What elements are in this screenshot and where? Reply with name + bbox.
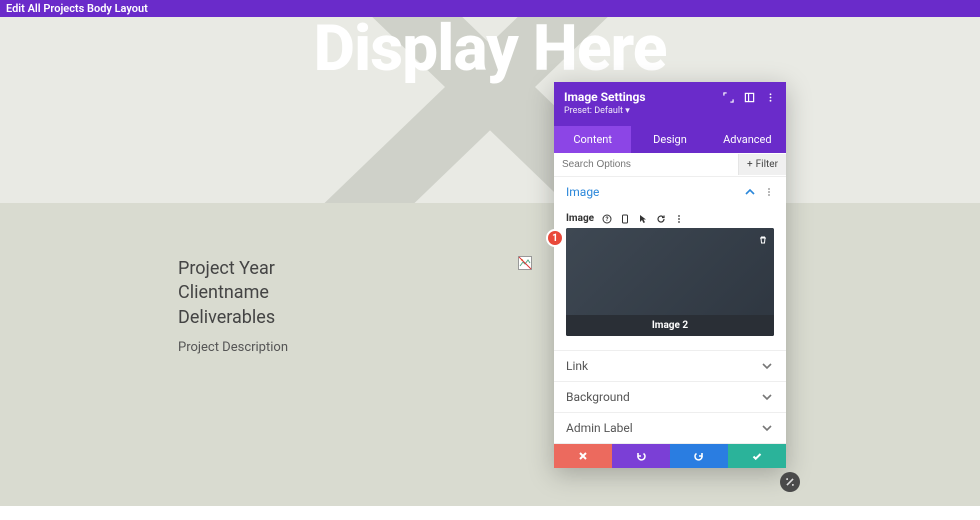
section-link-header[interactable]: Link [554, 351, 786, 381]
image-preview-label: Image 2 [566, 315, 774, 336]
expand-icon[interactable] [723, 92, 734, 103]
hero-section: Display Here [0, 17, 980, 203]
chevron-down-icon [760, 359, 774, 373]
snap-icon[interactable] [744, 92, 755, 103]
panel-header[interactable]: Image Settings Preset: Default ▾ [554, 82, 786, 126]
chevron-down-icon [760, 390, 774, 404]
plus-icon: + [747, 159, 753, 170]
section-admin-label-header[interactable]: Admin Label [554, 413, 786, 443]
trash-icon[interactable] [757, 234, 768, 245]
tablet-icon[interactable] [619, 213, 630, 224]
panel-actions [554, 444, 786, 468]
section-image-body: Image ? Image 2 [554, 207, 786, 350]
section-link: Link [554, 351, 786, 382]
section-more-icon[interactable] [763, 187, 774, 198]
filter-button[interactable]: + Filter [738, 154, 786, 175]
settings-panel: Image Settings Preset: Default ▾ Content… [554, 82, 786, 468]
image-field-label: Image [566, 213, 594, 224]
section-background-header[interactable]: Background [554, 382, 786, 412]
cancel-button[interactable] [554, 444, 612, 468]
image-preview[interactable]: Image 2 [566, 228, 774, 336]
section-link-title: Link [566, 359, 588, 373]
reset-icon[interactable] [655, 213, 666, 224]
top-bar-title: Edit All Projects Body Layout [6, 2, 148, 15]
svg-text:?: ? [605, 216, 608, 223]
section-admin-label-title: Admin Label [566, 421, 633, 435]
search-input[interactable] [554, 153, 738, 176]
image-field-row: Image ? [566, 213, 774, 224]
tab-design[interactable]: Design [631, 126, 708, 153]
resize-handle[interactable] [780, 472, 800, 492]
project-content: Project Year Clientname Deliverables Pro… [178, 257, 498, 355]
panel-preset[interactable]: Preset: Default ▾ [564, 106, 776, 116]
project-line-deliverables: Deliverables [178, 306, 498, 330]
panel-tabs: Content Design Advanced [554, 126, 786, 153]
footer-strip [0, 506, 980, 520]
help-icon[interactable]: ? [601, 213, 612, 224]
section-background-title: Background [566, 390, 630, 404]
filter-label: Filter [756, 159, 778, 170]
more-icon[interactable] [765, 92, 776, 103]
project-line-year: Project Year [178, 257, 498, 281]
project-line-client: Clientname [178, 281, 498, 305]
tab-content[interactable]: Content [554, 126, 631, 153]
section-image-title: Image [566, 185, 599, 199]
save-button[interactable] [728, 444, 786, 468]
chevron-up-icon [743, 185, 757, 199]
project-description: Project Description [178, 340, 498, 355]
field-more-icon[interactable] [673, 213, 684, 224]
section-admin-label: Admin Label [554, 413, 786, 444]
chevron-down-icon [760, 421, 774, 435]
panel-title: Image Settings [564, 90, 646, 104]
top-bar: Edit All Projects Body Layout [0, 0, 980, 17]
step-badge: 1 [546, 229, 564, 247]
step-badge-number: 1 [552, 233, 558, 244]
section-image-header[interactable]: Image [554, 177, 786, 207]
section-background: Background [554, 382, 786, 413]
project-title: Project Year Clientname Deliverables [178, 257, 498, 330]
broken-image-icon [518, 256, 532, 270]
section-image: Image Image ? Image 2 [554, 177, 786, 351]
caret-down-icon: ▾ [625, 106, 630, 116]
undo-button[interactable] [612, 444, 670, 468]
hero-headline: Display Here [0, 17, 980, 86]
search-row: + Filter [554, 153, 786, 177]
tab-advanced[interactable]: Advanced [709, 126, 786, 153]
hover-icon[interactable] [637, 213, 648, 224]
redo-button[interactable] [670, 444, 728, 468]
